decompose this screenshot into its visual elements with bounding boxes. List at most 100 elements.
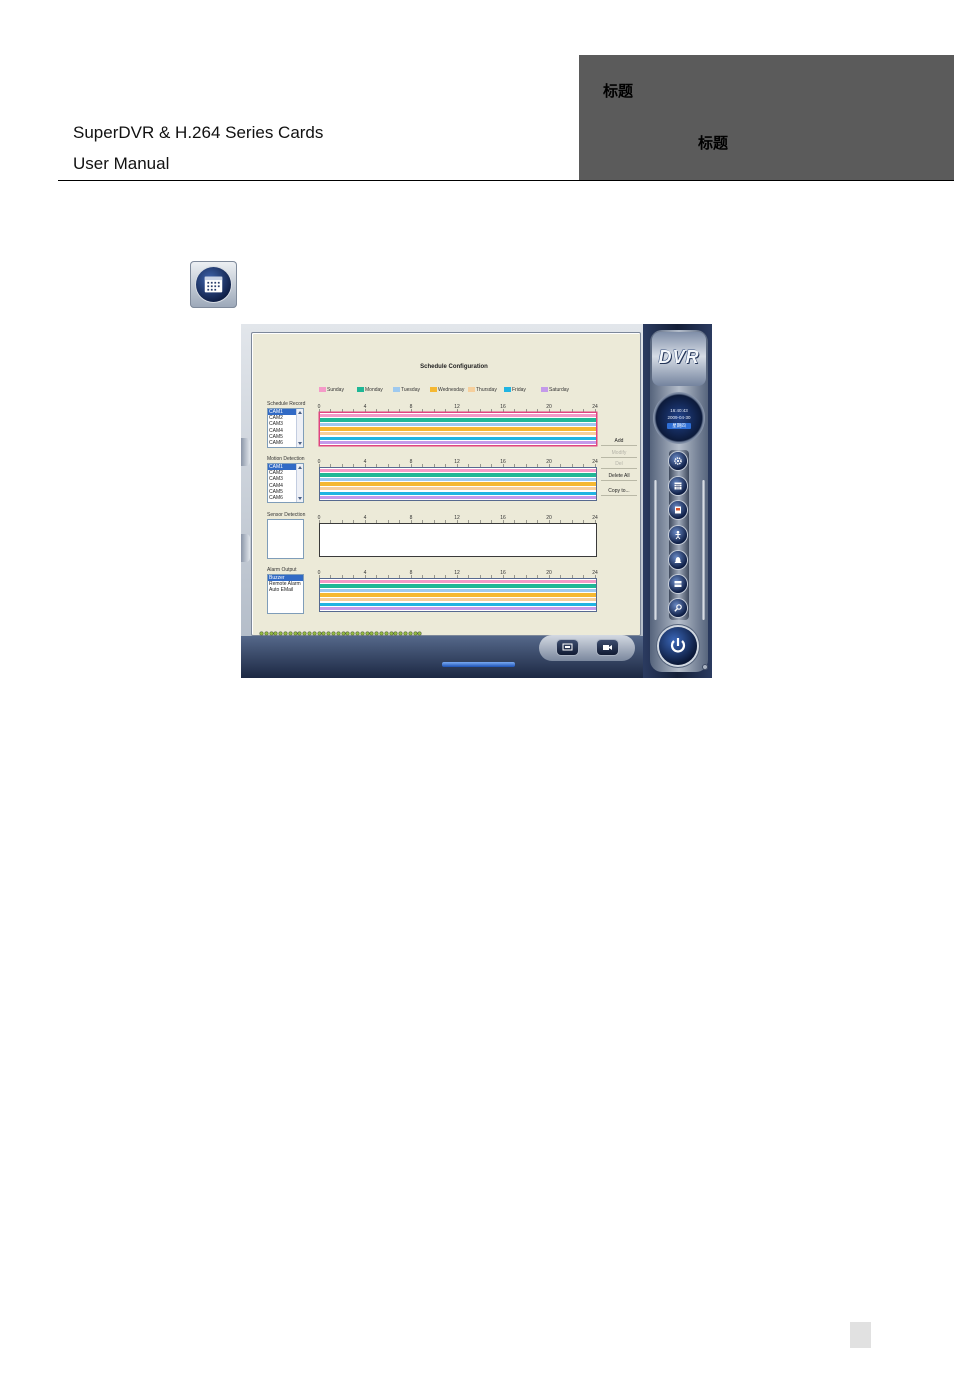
- legend-label: Tuesday: [401, 386, 420, 393]
- schedule-stripe[interactable]: [320, 422, 596, 427]
- storage-icon: [674, 581, 682, 587]
- schedule-action-button[interactable]: Add: [601, 437, 637, 446]
- schedule-timeline[interactable]: [319, 412, 597, 446]
- schedule-stripe[interactable]: [320, 477, 596, 482]
- list-item[interactable]: Auto EMail: [268, 587, 303, 593]
- schedule-stripe[interactable]: [320, 579, 596, 584]
- status-led: [284, 632, 287, 635]
- search-icon: [674, 604, 682, 612]
- status-led: [360, 632, 364, 635]
- status-led: [380, 632, 383, 635]
- status-led: [312, 632, 316, 635]
- schedule-stripe[interactable]: [320, 602, 596, 606]
- section-heading: 标题: [698, 135, 729, 152]
- header-rule: [58, 180, 954, 181]
- scroll-down-arrow-icon[interactable]: [298, 497, 302, 500]
- channel-list[interactable]: Buzzer Remote Alarm Auto EMail: [267, 574, 304, 614]
- schedule-stripe[interactable]: [320, 468, 596, 473]
- status-led: [260, 632, 263, 635]
- status-led: [269, 632, 273, 635]
- status-led: [389, 632, 393, 635]
- schedule-stripe[interactable]: [320, 413, 596, 418]
- schedule-stripe[interactable]: [320, 496, 596, 500]
- clock-date: 2009-04-30: [667, 415, 691, 420]
- legend-label: Saturday: [549, 386, 570, 393]
- legend-label: Monday: [365, 386, 383, 393]
- legend-label: Wednesday: [438, 386, 465, 393]
- clock-weekday: 星期四: [667, 423, 691, 429]
- channel-list[interactable]: CAM1 CAM2 CAM3 CAM4 CAM5 CAM6: [267, 408, 304, 448]
- schedule-stripe[interactable]: [320, 432, 596, 436]
- side-tab-lower[interactable]: [241, 534, 250, 562]
- schedule-action-button[interactable]: Delete All: [601, 472, 637, 481]
- preview-button[interactable]: [557, 640, 578, 655]
- status-led: [408, 632, 412, 635]
- status-led: [365, 632, 369, 635]
- storage-button[interactable]: [669, 575, 687, 593]
- schedule-timeline[interactable]: [319, 467, 597, 501]
- page-number-box: [850, 1322, 871, 1348]
- schedule-stripe[interactable]: [320, 593, 596, 597]
- schedule-button[interactable]: [669, 477, 687, 495]
- section-label: Sensor Detection: [267, 512, 306, 518]
- legend-swatch: [468, 387, 475, 392]
- schedule-stripe[interactable]: [320, 491, 596, 495]
- schedule-configuration-screenshot: Schedule Configuration DVR 16:40:43 2009…: [241, 324, 712, 678]
- legend-swatch: [393, 387, 400, 392]
- schedule-stripe[interactable]: [320, 584, 596, 588]
- status-led: [293, 632, 297, 635]
- schedule-stripe[interactable]: [320, 436, 596, 440]
- legend-label: Thursday: [476, 386, 497, 393]
- status-led: [317, 632, 321, 635]
- schedule-stripe[interactable]: [320, 427, 596, 431]
- schedule-action-button: Del: [601, 460, 637, 469]
- schedule-stripe[interactable]: [320, 487, 596, 491]
- record-button[interactable]: [597, 640, 618, 655]
- schedule-stripe[interactable]: [320, 418, 596, 422]
- status-led: [336, 632, 340, 635]
- scroll-up-arrow-icon[interactable]: [298, 411, 302, 414]
- schedule-action-button[interactable]: Copy to...: [601, 487, 637, 496]
- side-tab-upper[interactable]: [241, 438, 250, 466]
- list-scrollbar[interactable]: [296, 409, 303, 447]
- schedule-stripe[interactable]: [320, 482, 596, 486]
- legend-swatch: [504, 387, 511, 392]
- legend-label: Friday: [512, 386, 526, 393]
- header-document-type: User Manual: [73, 154, 170, 173]
- alarm-button[interactable]: [669, 551, 687, 569]
- status-led: [341, 632, 345, 635]
- channel-list[interactable]: [267, 519, 304, 559]
- schedule-timeline[interactable]: [319, 523, 597, 557]
- resize-grip[interactable]: [702, 664, 708, 670]
- exit-button[interactable]: [659, 627, 697, 665]
- search-button[interactable]: [669, 599, 687, 617]
- status-led: [404, 632, 407, 635]
- schedule-stripe[interactable]: [320, 607, 596, 611]
- legend-swatch: [541, 387, 548, 392]
- progress-indicator: [442, 662, 515, 667]
- status-led: [308, 632, 311, 635]
- channel-list[interactable]: CAM1 CAM2 CAM3 CAM4 CAM5 CAM6: [267, 463, 304, 503]
- scroll-down-arrow-icon[interactable]: [298, 442, 302, 445]
- status-led: [264, 632, 268, 635]
- schedule-stripe[interactable]: [320, 473, 596, 477]
- schedule-stripe[interactable]: [320, 441, 596, 445]
- user-button[interactable]: [669, 526, 687, 544]
- log-button[interactable]: [669, 501, 687, 519]
- settings-button[interactable]: [669, 452, 687, 470]
- schedule-timeline[interactable]: [319, 578, 597, 612]
- list-scrollbar[interactable]: [296, 464, 303, 502]
- schedule-stripe[interactable]: [320, 598, 596, 602]
- exit-icon: [670, 638, 686, 653]
- schedule-stripe[interactable]: [320, 588, 596, 593]
- playback-button-group: [539, 635, 635, 661]
- scroll-up-arrow-icon[interactable]: [298, 466, 302, 469]
- legend-swatch: [319, 387, 326, 392]
- user-icon: [675, 530, 681, 540]
- section-label: Schedule Record: [267, 401, 306, 407]
- section-label: Motion Detection: [267, 456, 305, 462]
- schedule-icon: [674, 482, 682, 490]
- legend-label: Sunday: [327, 386, 344, 393]
- dvr-logo: DVR: [658, 347, 700, 367]
- header-product-line: SuperDVR & H.264 Series Cards: [73, 123, 324, 142]
